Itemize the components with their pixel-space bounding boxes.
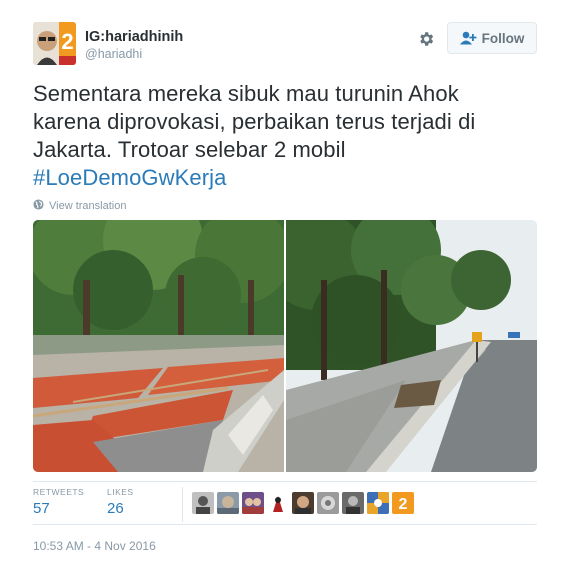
retweets-label: RETWEETS [33, 487, 85, 497]
photo-sidewalk-construction[interactable] [33, 220, 284, 472]
liker-avatar[interactable] [217, 492, 239, 514]
retweets-stat[interactable]: RETWEETS 57 [33, 487, 84, 517]
tweet-line: Sementara mereka sibuk mau turunin Ahok [33, 81, 459, 106]
view-translation-link[interactable]: View translation [33, 199, 126, 213]
divider [33, 524, 537, 525]
tweet-media[interactable] [33, 220, 537, 472]
liker-avatars: 2 [192, 492, 414, 514]
avatar-badge: 2 [61, 29, 73, 54]
likes-label: LIKES [107, 487, 134, 497]
divider [33, 481, 537, 482]
likes-stat[interactable]: LIKES 26 [107, 487, 134, 517]
user-handle[interactable]: @hariadhi [85, 47, 142, 61]
globe-icon [33, 199, 44, 213]
follow-label: Follow [481, 30, 525, 46]
tweet-line: Jakarta. Trotoar selebar 2 mobil [33, 137, 346, 162]
display-name[interactable]: IG:hariadhinih [85, 29, 183, 45]
likes-count[interactable]: 26 [107, 500, 134, 517]
liker-avatar[interactable] [242, 492, 264, 514]
liker-avatar[interactable] [342, 492, 364, 514]
avatar-badge: 2 [399, 496, 408, 513]
liker-avatar[interactable] [317, 492, 339, 514]
retweets-count[interactable]: 57 [33, 500, 84, 517]
liker-avatar[interactable] [292, 492, 314, 514]
tweet-text: Sementara mereka sibuk mau turunin Ahok … [33, 80, 543, 192]
gear-icon[interactable] [415, 28, 437, 50]
liker-avatar[interactable] [192, 492, 214, 514]
hashtag-link[interactable]: #LoeDemoGwKerja [33, 164, 543, 192]
view-translation-label: View translation [49, 200, 127, 212]
tweet-timestamp[interactable]: 10:53 AM - 4 Nov 2016 [33, 539, 156, 553]
user-avatar[interactable]: 2 [33, 22, 76, 65]
stats-separator [182, 487, 183, 522]
follow-button[interactable]: Follow [447, 22, 537, 54]
tweet-line: karena diprovokasi, perbaikan terus terj… [33, 109, 476, 134]
photo-wide-sidewalk[interactable] [286, 220, 537, 472]
liker-avatar[interactable] [367, 492, 389, 514]
liker-avatar[interactable]: 2 [392, 492, 414, 514]
liker-avatar[interactable] [267, 492, 289, 514]
add-user-icon [459, 31, 477, 45]
